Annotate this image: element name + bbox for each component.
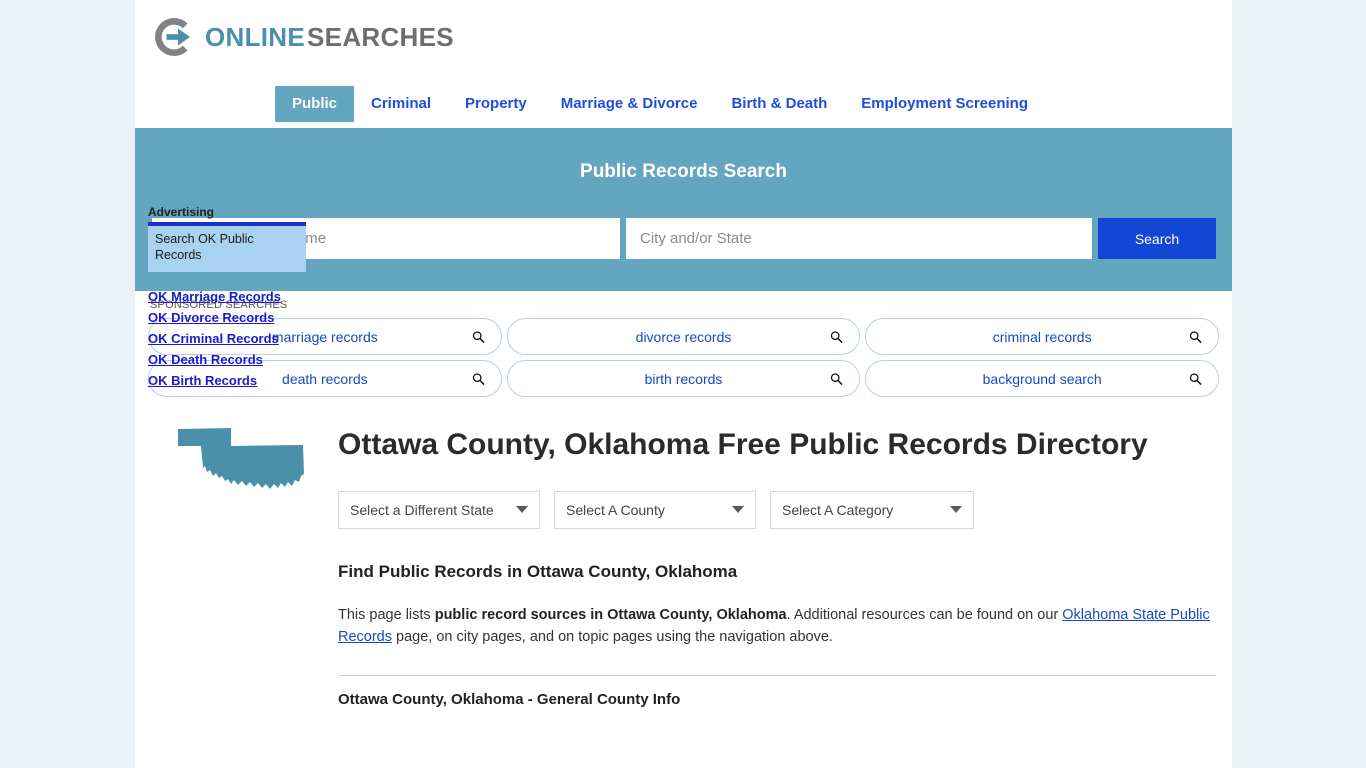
sidebar-link-ok-divorce-records[interactable]: OK Divorce Records (148, 310, 308, 325)
state-select-value: Select a Different State (350, 501, 494, 518)
search-icon (1189, 372, 1202, 385)
content-area: Ottawa County, Oklahoma Free Public Reco… (135, 404, 1232, 768)
intro-middle: . Additional resources can be found on o… (786, 606, 1063, 623)
search-band-title: Public Records Search (580, 161, 787, 182)
sponsored-pill-label: criminal records (992, 328, 1092, 345)
tab-criminal[interactable]: Criminal (354, 86, 448, 122)
intro-paragraph: This page lists public record sources in… (338, 604, 1213, 649)
site-header: ONLINESEARCHES (135, 0, 1232, 82)
advertising-box[interactable]: Search OK Public Records (148, 222, 306, 273)
left-sidebar: Advertising Search OK Public Records OK … (148, 205, 308, 394)
state-select[interactable]: Select a Different State (338, 490, 540, 529)
logo-online-text: ONLINE (205, 22, 306, 52)
search-icon (1189, 330, 1202, 343)
logo-searches-text: SEARCHES (307, 22, 454, 52)
advertising-label: Advertising (148, 205, 215, 219)
sidebar-link-ok-criminal-records[interactable]: OK Criminal Records (148, 331, 308, 346)
sponsored-pill-birth-records[interactable]: birth records (506, 360, 861, 397)
tab-public[interactable]: Public (275, 86, 355, 122)
section-heading: Find Public Records in Ottawa County, Ok… (338, 561, 738, 581)
category-select-value: Select A Category (782, 501, 894, 518)
circle-arrow-icon (155, 17, 190, 57)
sponsored-pill-label: birth records (644, 370, 723, 387)
tab-birth-death[interactable]: Birth & Death (714, 86, 844, 122)
sponsored-row-1: marriage records divorce records crimina… (148, 318, 1220, 355)
chevron-down-icon (732, 506, 744, 514)
main-column: Ottawa County, Oklahoma Free Public Reco… (338, 404, 1220, 708)
sidebar-links: OK Marriage Records OK Divorce Records O… (148, 289, 308, 388)
sponsored-pill-label: background search (982, 370, 1102, 387)
site-logo[interactable]: ONLINESEARCHES (152, 15, 454, 59)
county-select-value: Select A County (566, 501, 665, 518)
content-divider (338, 674, 1216, 676)
sponsored-pill-background-search[interactable]: background search (865, 360, 1220, 397)
search-form: Search (152, 218, 1216, 259)
main-navigation: Public Criminal Property Marriage & Divo… (135, 86, 1232, 128)
tab-property[interactable]: Property (448, 86, 544, 122)
filter-selects: Select a Different State Select A County… (338, 490, 1220, 529)
sponsored-pill-divorce-records[interactable]: divorce records (506, 318, 861, 355)
sponsored-pill-criminal-records[interactable]: criminal records (865, 318, 1220, 355)
intro-prefix: This page lists (338, 606, 435, 623)
page-title: Ottawa County, Oklahoma Free Public Reco… (338, 428, 1148, 461)
sidebar-link-ok-birth-records[interactable]: OK Birth Records (148, 373, 308, 388)
sponsored-row-2: death records birth records background s… (148, 360, 1220, 397)
intro-suffix: page, on city pages, and on topic pages … (392, 629, 833, 646)
logo-wordmark: ONLINESEARCHES (205, 24, 454, 50)
sponsored-pill-label: divorce records (635, 328, 732, 345)
chevron-down-icon (516, 506, 528, 514)
chevron-down-icon (950, 506, 962, 514)
tab-marriage-divorce[interactable]: Marriage & Divorce (544, 86, 715, 122)
sidebar-link-ok-marriage-records[interactable]: OK Marriage Records (148, 289, 308, 304)
subsection-heading: Ottawa County, Oklahoma - General County… (338, 690, 681, 708)
search-submit-button[interactable]: Search (1098, 218, 1216, 259)
intro-bold-text: public record sources in Ottawa County, … (434, 606, 787, 623)
category-select[interactable]: Select A Category (770, 490, 974, 529)
page-container: ONLINESEARCHES Public Criminal Property … (135, 0, 1232, 768)
search-icon (831, 372, 843, 385)
sponsored-searches-label: SPONSORED SEARCHES (150, 299, 288, 311)
search-icon (472, 330, 485, 343)
search-icon (831, 330, 843, 343)
oklahoma-state-map-icon (178, 428, 304, 489)
tab-employment-screening[interactable]: Employment Screening (844, 86, 1045, 122)
ad-link-text[interactable]: Search OK Public Records (155, 232, 299, 263)
search-icon (472, 372, 485, 385)
sidebar-link-ok-death-records[interactable]: OK Death Records (148, 352, 308, 367)
location-search-input[interactable] (626, 218, 1092, 259)
county-select[interactable]: Select A County (554, 490, 756, 529)
